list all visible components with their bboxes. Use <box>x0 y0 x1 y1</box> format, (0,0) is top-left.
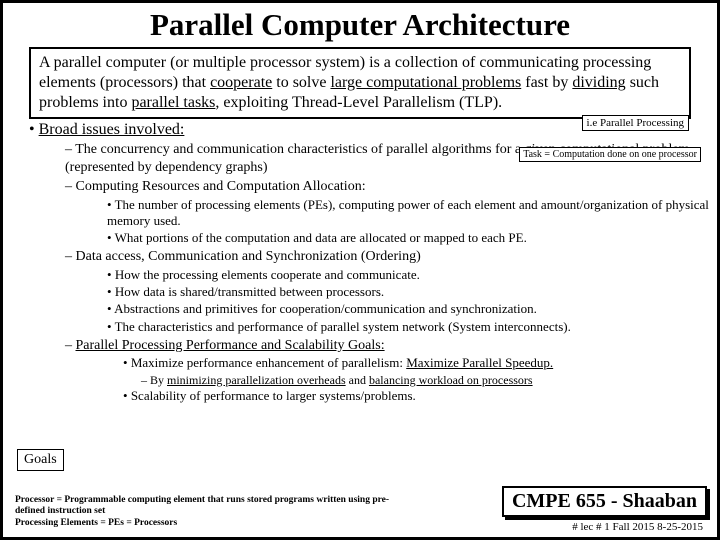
intro-u1: cooperate <box>210 74 272 91</box>
item-da-abstractions: Abstractions and primitives for cooperat… <box>107 301 709 317</box>
item-goals-heading-text: Parallel Processing Performance and Scal… <box>76 338 385 353</box>
item-da-network: The characteristics and performance of p… <box>107 319 709 335</box>
item-goals-scalability: Scalability of performance to larger sys… <box>123 388 709 404</box>
item-goals-by-mid: and <box>346 373 369 387</box>
item-goals-max-pre: Maximize performance enhancement of para… <box>131 355 406 370</box>
intro-definition: A parallel computer (or multiple process… <box>29 47 691 119</box>
goals-label-box: Goals <box>17 449 64 471</box>
footnote-pes: Processing Elements = PEs = Processors <box>15 518 405 529</box>
item-goals-by-u1: minimizing parallelization overheads <box>167 373 346 387</box>
item-resources-portions: What portions of the computation and dat… <box>107 230 709 246</box>
item-resources-pes: The number of processing elements (PEs),… <box>107 197 709 230</box>
footnote-processor: Processor = Programmable computing eleme… <box>15 495 405 518</box>
item-goals-maximize: Maximize performance enhancement of para… <box>123 355 709 371</box>
page-title: Parallel Computer Architecture <box>11 7 709 43</box>
broad-issues-label: Broad issues involved: <box>39 121 185 138</box>
intro-text-1e: , exploiting Thread-Level Parallelism (T… <box>215 94 502 111</box>
item-goals-heading: Parallel Processing Performance and Scal… <box>65 337 709 355</box>
note-task-def: Task = Computation done on one processor <box>519 147 701 162</box>
slide: Parallel Computer Architecture A paralle… <box>0 0 720 540</box>
item-data-access: Data access, Communication and Synchroni… <box>65 248 709 266</box>
course-badge: CMPE 655 - Shaaban <box>502 486 707 517</box>
intro-text-1b: to solve <box>272 74 330 91</box>
item-goals-by-pre: By <box>150 373 167 387</box>
item-da-shared: How data is shared/transmitted between p… <box>107 284 709 300</box>
item-goals-max-u: Maximize Parallel Speedup. <box>406 355 553 370</box>
item-resources: Computing Resources and Computation Allo… <box>65 178 709 196</box>
footnote-processor-text: Processor = Programmable computing eleme… <box>15 495 389 516</box>
intro-u3: dividing <box>572 74 625 91</box>
item-goals-by-u2: balancing workload on processors <box>369 373 533 387</box>
item-goals-by: By minimizing parallelization overheads … <box>141 373 709 387</box>
intro-u2: large computational problems <box>330 74 521 91</box>
footnotes: Processor = Programmable computing eleme… <box>15 495 405 529</box>
note-parallel-processing: i.e Parallel Processing <box>582 115 689 131</box>
intro-text-1c: fast by <box>521 74 572 91</box>
intro-u4: parallel tasks <box>131 94 215 111</box>
lecture-info: # lec # 1 Fall 2015 8-25-2015 <box>572 521 703 533</box>
item-da-cooperate: How the processing elements cooperate an… <box>107 267 709 283</box>
